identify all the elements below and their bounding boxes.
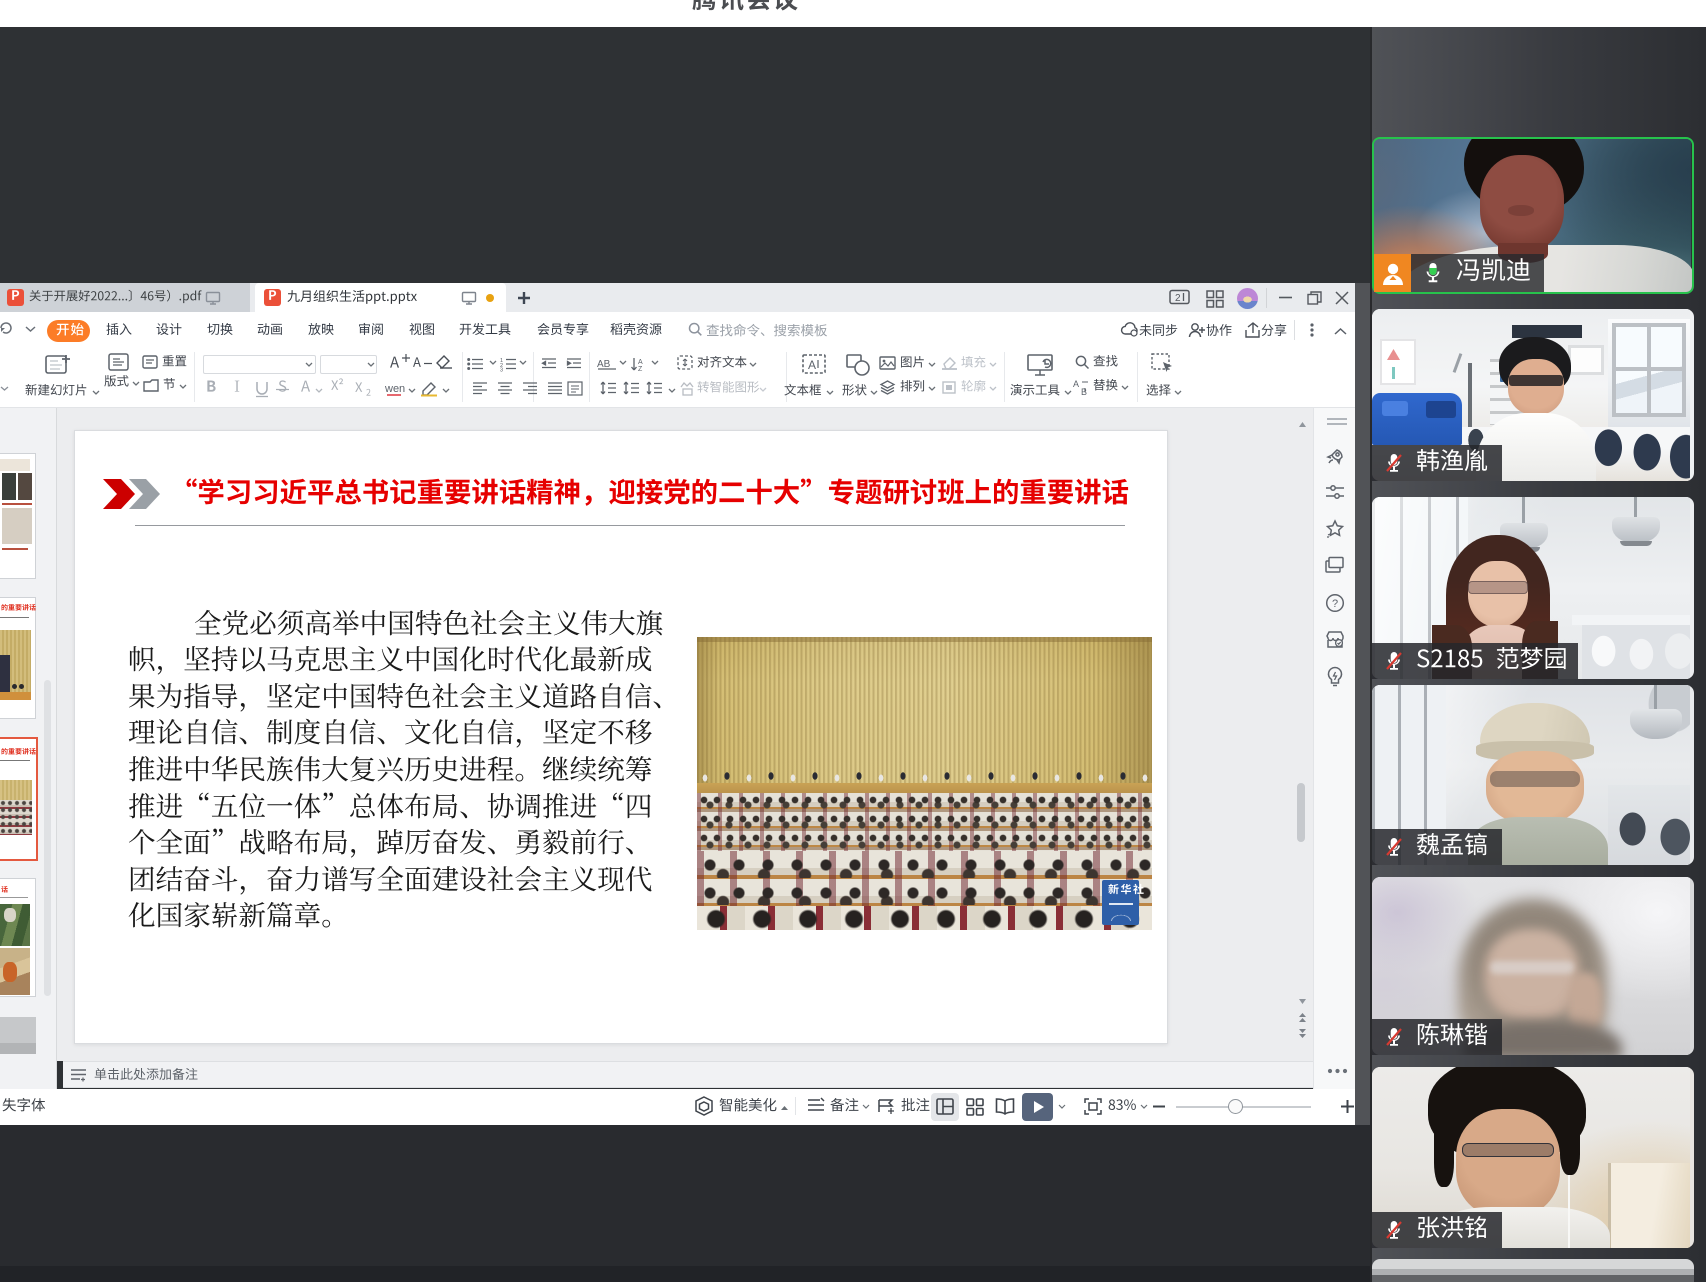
svg-text:B: B (1081, 387, 1087, 397)
svg-text:Z: Z (638, 366, 643, 373)
svg-text:2: 2 (1175, 293, 1181, 304)
svg-text:3: 3 (500, 368, 503, 374)
svg-text:A: A (808, 358, 816, 372)
svg-text:wen: wen (384, 383, 405, 395)
svg-text:A: A (1073, 379, 1079, 389)
svg-text:?: ? (1332, 598, 1338, 610)
svg-text:AB: AB (597, 359, 611, 370)
svg-text:A: A (638, 359, 643, 366)
